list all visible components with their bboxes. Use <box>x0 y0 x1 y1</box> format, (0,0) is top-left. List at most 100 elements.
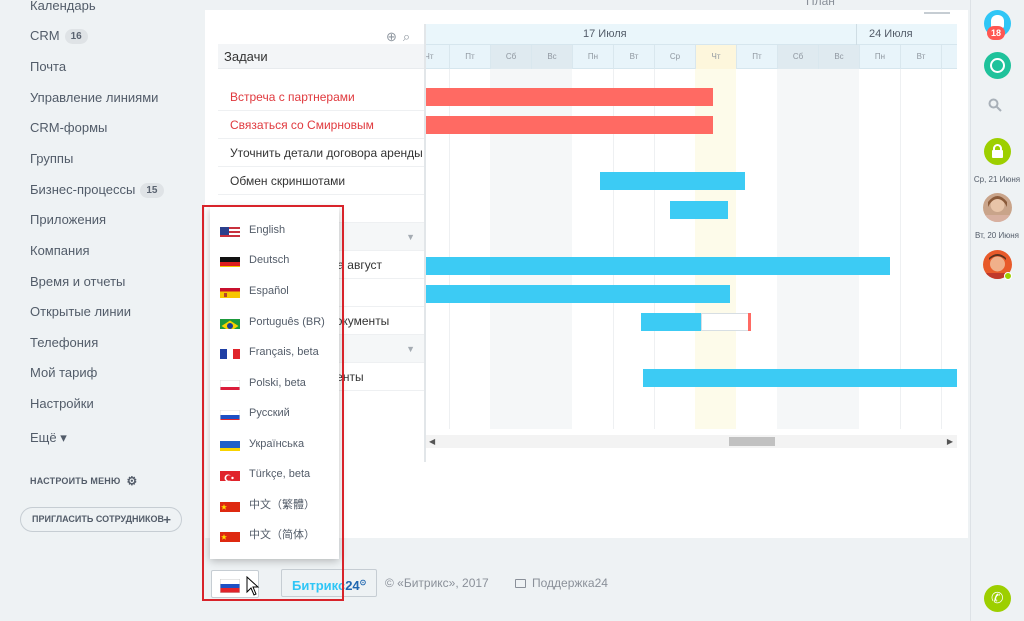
language-option-deutsch[interactable]: Deutsch <box>210 245 339 275</box>
counter-badge: 16 <box>64 29 88 44</box>
sidebar-item-telephony[interactable]: Телефония <box>30 333 98 353</box>
sidebar-item-crm-forms[interactable]: CRM-формы <box>30 118 107 138</box>
us-flag-icon <box>220 223 240 237</box>
day-label: Чт <box>426 45 449 69</box>
language-label: 中文（繁體） <box>249 499 315 511</box>
chat-icon <box>515 579 526 588</box>
bitrix24-logo[interactable]: Битрикс24⊙ <box>281 569 377 597</box>
sidebar-item-label: CRM-формы <box>30 120 108 135</box>
task-deadline-bar[interactable] <box>701 313 749 331</box>
sidebar-item-label: Настройки <box>30 396 94 411</box>
right-toolbar: ✆ <box>970 0 1024 621</box>
fr-flag-icon <box>220 345 240 359</box>
deadline-marker <box>748 313 751 331</box>
lock-button[interactable] <box>984 138 1011 165</box>
week-label: 17 Июля <box>583 28 627 40</box>
task-bar[interactable] <box>641 313 701 331</box>
language-option-english[interactable]: English <box>210 215 339 245</box>
configure-menu-link[interactable]: НАСТРОИТЬ МЕНЮ ⚙ <box>30 474 137 488</box>
sidebar-item-label: Открытые линии <box>30 304 132 319</box>
clock-icon: ⊙ <box>359 578 367 587</box>
gear-icon: ⚙ <box>126 474 138 488</box>
language-option-ukrainian[interactable]: Українська <box>210 429 339 459</box>
language-option-espanol[interactable]: Español <box>210 276 339 306</box>
task-row[interactable]: Встреча с партнерами <box>218 83 425 111</box>
avatar[interactable] <box>983 193 1012 222</box>
divider <box>924 12 950 14</box>
search-icon[interactable] <box>988 98 1002 112</box>
plan-label: План <box>806 0 835 8</box>
scrollbar-thumb[interactable] <box>729 437 775 446</box>
task-row[interactable]: Связаться со Смирновым <box>218 111 425 139</box>
tr-flag-icon <box>220 467 240 481</box>
task-bar[interactable] <box>600 172 745 190</box>
sidebar-item-calendar[interactable]: Календарь <box>30 0 96 16</box>
sidebar-item-more[interactable]: Ещё ▾ <box>30 428 67 448</box>
day-header-row: Чт Пт Сб Вс Пн Вт Ср Чт Пт Сб Вс Пн Вт С… <box>426 45 957 69</box>
day-label: Пн <box>572 45 613 69</box>
horizontal-scrollbar[interactable]: ◀ ▶ <box>426 435 957 448</box>
sidebar-item-my-plan[interactable]: Мой тариф <box>30 363 97 383</box>
task-row[interactable]: Уточнить детали договора аренды <box>218 139 425 167</box>
scroll-left-icon[interactable]: ◀ <box>429 435 435 448</box>
sidebar-item-label: Компания <box>30 243 90 258</box>
sidebar-item-label: Группы <box>30 151 74 166</box>
language-label: Polski, beta <box>249 377 306 389</box>
language-option-francais[interactable]: Français, beta <box>210 337 339 367</box>
phone-icon: ✆ <box>991 590 1004 607</box>
sidebar-item-label: Почта <box>30 59 67 74</box>
language-label: Türkçe, beta <box>249 468 311 480</box>
call-button[interactable]: ✆ <box>984 585 1011 612</box>
sidebar-item-line-management[interactable]: Управление линиями <box>30 88 158 108</box>
language-label: Deutsch <box>249 254 290 266</box>
sidebar-item-label: Календарь <box>30 0 96 13</box>
day-label: Пт <box>449 45 490 69</box>
language-option-polski[interactable]: Polski, beta <box>210 368 339 398</box>
day-label: Сб <box>490 45 531 69</box>
sidebar-item-applications[interactable]: Приложения <box>30 210 106 230</box>
language-option-portugues-br[interactable]: Português (BR) <box>210 307 339 337</box>
language-option-chinese-traditional[interactable]: 中文（繁體） <box>210 490 339 520</box>
sidebar-item-groups[interactable]: Группы <box>30 149 73 169</box>
messenger-button[interactable] <box>984 52 1011 79</box>
ua-flag-icon <box>220 437 240 451</box>
sidebar-item-crm[interactable]: CRM 16 <box>30 26 88 46</box>
task-bar[interactable] <box>426 257 890 275</box>
mouse-cursor-icon <box>246 576 260 596</box>
sidebar-item-time-reports[interactable]: Время и отчеты <box>30 272 125 292</box>
week-separator <box>856 24 857 45</box>
day-label: Вт <box>613 45 654 69</box>
sidebar-item-company[interactable]: Компания <box>30 241 90 261</box>
copyright-text: © «Битрикс», 2017 <box>385 576 489 590</box>
task-bar[interactable] <box>670 201 728 219</box>
invite-label: ПРИГЛАСИТЬ СОТРУДНИКОВ <box>32 514 165 524</box>
sidebar-item-mail[interactable]: Почта <box>30 57 66 77</box>
task-bar[interactable] <box>426 116 713 134</box>
language-label: Español <box>249 285 289 297</box>
sidebar-item-open-lines[interactable]: Открытые линии <box>30 302 131 322</box>
search-icon[interactable]: ⌕ <box>403 29 410 44</box>
ru-flag-icon <box>220 406 240 420</box>
scroll-right-icon[interactable]: ▶ <box>947 435 953 448</box>
week-label: 24 Июля <box>869 28 913 40</box>
logo-number: 24 <box>345 578 360 593</box>
language-option-chinese-simplified[interactable]: 中文（简体） <box>210 520 339 550</box>
sidebar-item-settings[interactable]: Настройки <box>30 394 94 414</box>
chevron-down-icon[interactable]: ▼ <box>406 223 415 251</box>
chevron-down-icon[interactable]: ▼ <box>406 335 415 363</box>
sidebar-item-business-processes[interactable]: Бизнес-процессы 15 <box>30 180 164 200</box>
task-bar[interactable] <box>643 369 957 387</box>
day-label: Вс <box>818 45 859 69</box>
day-label: Ср <box>654 45 695 69</box>
language-option-turkish[interactable]: Türkçe, beta <box>210 459 339 489</box>
language-option-russian[interactable]: Русский <box>210 398 339 428</box>
invite-employees-button[interactable]: ПРИГЛАСИТЬ СОТРУДНИКОВ + <box>20 507 182 532</box>
day-label: Пт <box>736 45 777 69</box>
zoom-in-icon[interactable]: ⊕ <box>386 29 397 44</box>
task-row[interactable]: Обмен скриншотами <box>218 167 425 195</box>
week-header-row: 17 Июля 24 Июля <box>426 24 957 45</box>
task-bar[interactable] <box>426 88 713 106</box>
language-popup: English Deutsch Español Português (BR) F… <box>210 207 339 559</box>
task-bar[interactable] <box>426 285 730 303</box>
support-link[interactable]: Поддержка24 <box>515 576 608 590</box>
